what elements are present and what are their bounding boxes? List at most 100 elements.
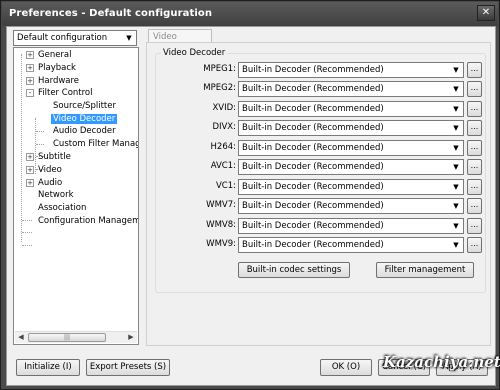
- expand-icon[interactable]: +: [26, 166, 34, 174]
- initialize-button[interactable]: Initialize (I): [16, 359, 80, 376]
- decoder-select[interactable]: Built-in Decoder (Recommended) ▼: [238, 101, 464, 117]
- decoder-select-value: Built-in Decoder (Recommended): [242, 123, 384, 133]
- decoder-options-button[interactable]: ...: [467, 140, 482, 156]
- decoder-label: MPEG1:: [203, 64, 236, 74]
- decoder-select-value: Built-in Decoder (Recommended): [242, 182, 384, 192]
- tree-item-audio-decoder[interactable]: Audio Decoder: [53, 125, 116, 137]
- window-title: Preferences - Default configuration: [9, 8, 213, 19]
- decoder-select-value: Built-in Decoder (Recommended): [242, 65, 384, 75]
- tree-item-general[interactable]: + General: [26, 49, 72, 61]
- video-decoder-panel: Video Decoder MPEG1: Built-in Decoder (R…: [146, 42, 491, 346]
- chevron-down-icon: ▼: [453, 163, 459, 171]
- decoder-options-button[interactable]: ...: [467, 101, 482, 117]
- tree-item-label: Configuration Management: [38, 216, 138, 226]
- tree-item-label: Audio: [38, 178, 63, 188]
- decoder-select-value: Built-in Decoder (Recommended): [242, 84, 384, 94]
- decoder-select-value: Built-in Decoder (Recommended): [242, 201, 384, 211]
- tree-item-association[interactable]: Association: [38, 202, 86, 214]
- decoder-select[interactable]: Built-in Decoder (Recommended) ▼: [238, 179, 464, 195]
- decoder-row-wmv9: WMV9: Built-in Decoder (Recommended) ▼ .…: [156, 237, 487, 253]
- decoder-select[interactable]: Built-in Decoder (Recommended) ▼: [238, 120, 464, 136]
- decoder-row-avc1: AVC1: Built-in Decoder (Recommended) ▼ .…: [156, 159, 487, 175]
- chevron-down-icon: ▼: [453, 183, 459, 191]
- decoder-row-wmv7: WMV7: Built-in Decoder (Recommended) ▼ .…: [156, 198, 487, 214]
- decoder-row-divx: DIVX: Built-in Decoder (Recommended) ▼ .…: [156, 120, 487, 136]
- decoder-select-value: Built-in Decoder (Recommended): [242, 143, 384, 153]
- configuration-dropdown[interactable]: Default configuration ▼: [13, 30, 137, 46]
- tree-item-playback[interactable]: + Playback: [26, 62, 76, 74]
- tree-item-audio[interactable]: + Audio: [26, 177, 63, 189]
- arrow-left-icon[interactable]: ◀: [15, 332, 27, 343]
- preferences-window: Preferences - Default configuration ✕ De…: [0, 0, 500, 390]
- chevron-down-icon: ▼: [453, 144, 459, 152]
- arrow-right-icon[interactable]: ▶: [125, 332, 137, 343]
- filter-management-button[interactable]: Filter management: [376, 262, 474, 278]
- decoder-select[interactable]: Built-in Decoder (Recommended) ▼: [238, 140, 464, 156]
- tree-item-video-decoder[interactable]: Video Decoder: [51, 113, 118, 125]
- decoder-options-button[interactable]: ...: [467, 179, 482, 195]
- ok-button[interactable]: OK (O): [320, 359, 372, 376]
- chevron-down-icon: ▼: [453, 202, 459, 210]
- decoder-select[interactable]: Built-in Decoder (Recommended) ▼: [238, 62, 464, 78]
- collapse-icon[interactable]: -: [26, 89, 34, 97]
- tree-connector: [21, 54, 22, 242]
- decoder-row-xvid: XVID: Built-in Decoder (Recommended) ▼ .…: [156, 101, 487, 117]
- decoder-select[interactable]: Built-in Decoder (Recommended) ▼: [238, 237, 464, 253]
- tree-item-label: General: [38, 50, 72, 60]
- decoder-options-button[interactable]: ...: [467, 218, 482, 234]
- expand-icon[interactable]: +: [26, 64, 34, 72]
- expand-icon[interactable]: +: [26, 51, 34, 59]
- decoder-options-button[interactable]: ...: [467, 237, 482, 253]
- decoder-label: WMV9:: [206, 239, 236, 249]
- export-presets-button[interactable]: Export Presets (S): [86, 359, 170, 376]
- decoder-label: WMV7:: [206, 200, 236, 210]
- tree-item-label: Audio Decoder: [53, 126, 116, 136]
- decoder-select[interactable]: Built-in Decoder (Recommended) ▼: [238, 81, 464, 97]
- decoder-row-mpeg2: MPEG2: Built-in Decoder (Recommended) ▼ …: [156, 81, 487, 97]
- tab-video-decoder[interactable]: Video Decoder: [148, 29, 212, 52]
- tree-item-subtitle[interactable]: + Subtitle: [26, 151, 71, 163]
- decoder-select-value: Built-in Decoder (Recommended): [242, 221, 384, 231]
- tree-item-label: Video: [38, 165, 62, 175]
- tree-item-hardware[interactable]: + Hardware: [26, 75, 80, 87]
- close-icon: ✕: [481, 7, 491, 18]
- title-bar: Preferences - Default configuration: [2, 2, 498, 26]
- dialog-client-area: Default configuration ▼ + General + Play…: [6, 26, 496, 386]
- decoder-options-button[interactable]: ...: [467, 81, 482, 97]
- close-button[interactable]: ✕: [477, 5, 495, 21]
- configuration-dropdown-value: Default configuration: [17, 33, 108, 43]
- decoder-options-button[interactable]: ...: [467, 159, 482, 175]
- tree-item-label: Hardware: [38, 76, 80, 86]
- expand-icon[interactable]: +: [26, 77, 34, 85]
- expand-icon[interactable]: +: [26, 179, 34, 187]
- tree-item-source-splitter[interactable]: Source/Splitter: [53, 100, 116, 112]
- decoder-options-button[interactable]: ...: [467, 198, 482, 214]
- expand-icon[interactable]: +: [26, 153, 34, 161]
- decoder-select[interactable]: Built-in Decoder (Recommended) ▼: [238, 159, 464, 175]
- decoder-label: VC1:: [215, 181, 236, 191]
- decoder-select-value: Built-in Decoder (Recommended): [242, 240, 384, 250]
- chevron-down-icon: ▼: [126, 34, 132, 42]
- tree-item-network[interactable]: Network: [38, 189, 74, 201]
- decoder-select-value: Built-in Decoder (Recommended): [242, 104, 384, 114]
- decoder-select[interactable]: Built-in Decoder (Recommended) ▼: [238, 198, 464, 214]
- decoder-options-button[interactable]: ...: [467, 62, 482, 78]
- decoder-row-mpeg1: MPEG1: Built-in Decoder (Recommended) ▼ …: [156, 62, 487, 78]
- tree-connector: [36, 131, 44, 132]
- decoder-select[interactable]: Built-in Decoder (Recommended) ▼: [238, 218, 464, 234]
- tree-item-filter-control[interactable]: - Filter Control: [26, 87, 92, 99]
- chevron-down-icon: ▼: [453, 85, 459, 93]
- tree-item-label: Source/Splitter: [53, 101, 116, 111]
- settings-tree[interactable]: + General + Playback + Hardware - Filter…: [13, 47, 139, 345]
- builtin-codec-settings-button[interactable]: Built-in codec settings: [238, 262, 350, 278]
- tree-item-custom-filter-manager[interactable]: Custom Filter Manager: [53, 138, 138, 150]
- decoder-options-button[interactable]: ...: [467, 120, 482, 136]
- tree-horizontal-scrollbar[interactable]: ◀ ||| ▶: [15, 331, 137, 343]
- tree-connector: [22, 220, 32, 221]
- tree-item-configuration-management[interactable]: Configuration Management: [38, 215, 138, 227]
- decoder-label: XVID:: [212, 103, 236, 113]
- decoder-label: MPEG2:: [203, 83, 236, 93]
- scrollbar-thumb[interactable]: |||: [28, 333, 106, 342]
- decoder-select-value: Built-in Decoder (Recommended): [242, 162, 384, 172]
- tree-item-video[interactable]: + Video: [26, 164, 62, 176]
